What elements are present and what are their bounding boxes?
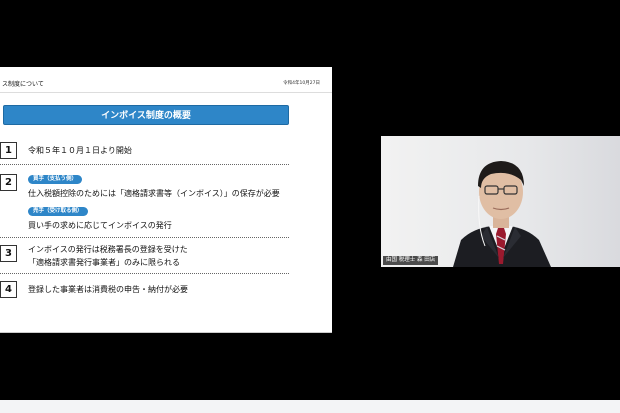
item-text-3-line2: 「適格請求書発行事業者」のみに限られる (28, 258, 180, 267)
bottom-toolbar (0, 400, 620, 413)
item-text-3-line1: インボイスの発行は税務署長の登録を受けた (28, 245, 188, 254)
item-divider (0, 273, 289, 274)
speaker-name-label: 由国 税理士 森 田店 (383, 256, 439, 265)
seller-text: 買い手の求めに応じてインボイスの発行 (28, 221, 172, 230)
buyer-tag: 買手（支払う側） (28, 175, 83, 184)
slide-header: ス制度について 令和4年10月27日 (0, 79, 332, 89)
item-divider (0, 164, 289, 165)
speaker-video-tile[interactable]: 由国 税理士 森 田店 (381, 136, 620, 267)
item-number-2: 2 (0, 174, 17, 191)
item-text-4: 登録した事業者は消費税の申告・納付が必要 (28, 285, 188, 294)
slide-date: 令和4年10月27日 (283, 81, 320, 86)
slide-bottom-border (0, 332, 332, 333)
header-divider (0, 92, 332, 93)
slide-title: ス制度について (2, 81, 44, 88)
speaker-figure (453, 161, 551, 267)
seller-tag: 売手（受け取る側） (28, 207, 88, 216)
overview-title-bar: インボイス制度の概要 (3, 105, 289, 125)
item-number-3: 3 (0, 245, 17, 262)
item-number-1: 1 (0, 142, 17, 159)
presentation-slide: ス制度について 令和4年10月27日 インボイス制度の概要 1 令和５年１０月１… (0, 67, 332, 333)
item-divider (0, 237, 289, 238)
item-number-4: 4 (0, 281, 17, 298)
buyer-text: 仕入税額控除のためには「適格請求書等（インボイス）」の保存が必要 (28, 189, 280, 198)
item-text-1: 令和５年１０月１日より開始 (28, 146, 132, 155)
